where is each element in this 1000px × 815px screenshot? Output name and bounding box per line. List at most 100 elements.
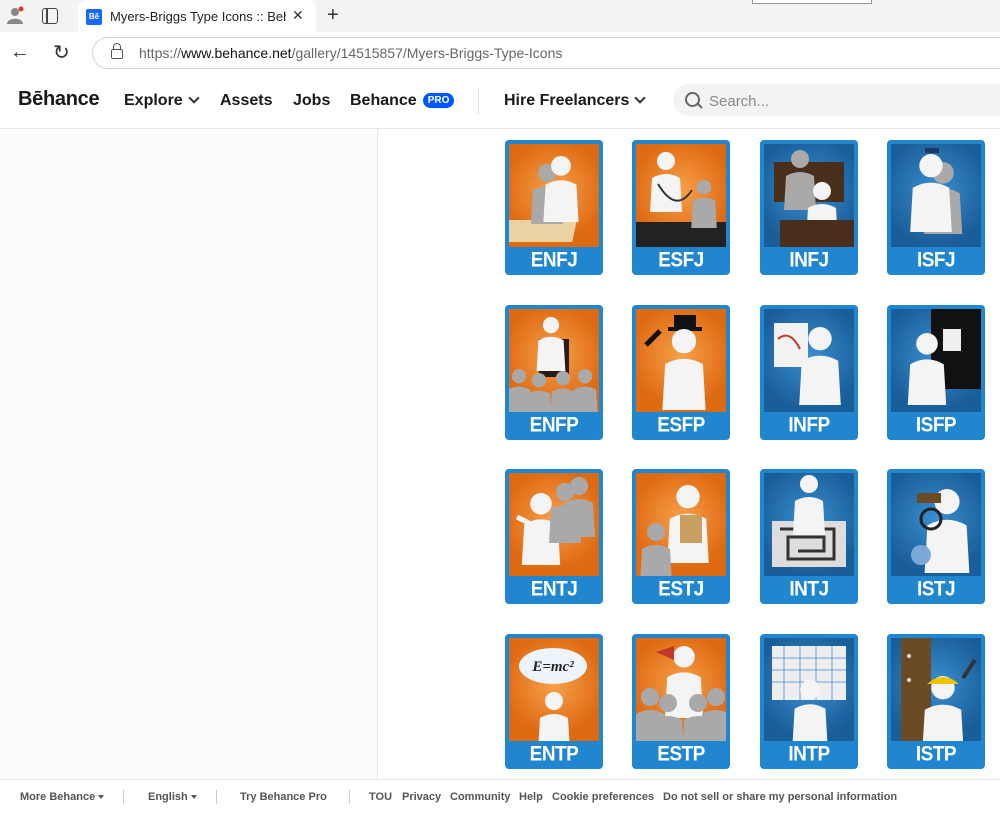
project-gallery: ENFJ ESFJ INFJ ISFJ ENFP ESFP INFP ISFP …: [378, 129, 1000, 779]
gallery-card-enfp[interactable]: ENFP: [505, 305, 603, 440]
leader-pointing-icon: [515, 477, 595, 565]
card-artwork: E=mc²: [509, 638, 599, 741]
window-frame-edge: [752, 0, 872, 4]
close-tab-icon[interactable]: ✕: [292, 7, 304, 24]
footer-help[interactable]: Help: [519, 791, 543, 803]
back-arrow-icon[interactable]: ←: [10, 41, 30, 64]
card-artwork: [509, 473, 599, 576]
police-officer-icon: [910, 148, 963, 234]
type-label: ENFP: [529, 413, 579, 437]
gallery-card-entp[interactable]: E=mc² ENTP: [505, 634, 603, 769]
footer-do-not-sell[interactable]: Do not sell or share my personal informa…: [663, 791, 897, 803]
footer-try-pro[interactable]: Try Behance Pro: [240, 791, 327, 803]
footer-community[interactable]: Community: [450, 791, 511, 803]
builder-hammer-icon: [901, 638, 977, 741]
card-artwork: [636, 144, 726, 247]
pro-badge: PRO: [422, 93, 455, 108]
gallery-card-infj[interactable]: INFJ: [760, 140, 858, 275]
thinker-emc2-icon: E=mc²: [519, 648, 587, 741]
card-artwork: [764, 473, 854, 576]
magician-top-hat-icon: [644, 315, 706, 410]
dropdown-triangle-icon: [98, 795, 105, 799]
type-label: ESTP: [657, 742, 705, 766]
gallery-card-entj[interactable]: ENTJ: [505, 469, 603, 604]
gallery-card-enfj[interactable]: ENFJ: [505, 140, 603, 275]
search-box[interactable]: [673, 84, 1000, 116]
tab-actions-icon[interactable]: [42, 8, 58, 24]
search-input[interactable]: [707, 90, 991, 112]
type-label: ESTJ: [658, 577, 704, 601]
detective-magnifier-icon: [911, 489, 970, 573]
footer-divider: [349, 790, 350, 804]
gallery-card-infp[interactable]: INFP: [760, 305, 858, 440]
browser-tab-active[interactable]: Bē Myers-Briggs Type Icons :: Behance ✕: [78, 0, 316, 32]
address-bar-row: ← ↻ https://www.behance.net/gallery/1451…: [0, 32, 1000, 73]
gallery-card-istj[interactable]: ISTJ: [887, 469, 985, 604]
architect-blueprint-icon: [772, 646, 846, 741]
new-tab-icon[interactable]: +: [327, 4, 339, 27]
nav-divider: [478, 88, 479, 114]
card-artwork: [509, 144, 599, 247]
speaker-crowd-icon: [509, 317, 598, 412]
gallery-card-isfj[interactable]: ISFJ: [887, 140, 985, 275]
nav-jobs[interactable]: Jobs: [293, 92, 330, 110]
doctor-stethoscope-icon: [636, 152, 726, 247]
card-artwork: [764, 309, 854, 412]
footer-privacy[interactable]: Privacy: [402, 791, 441, 803]
card-artwork: [891, 638, 981, 741]
nav-assets[interactable]: Assets: [220, 92, 272, 110]
gallery-card-estp[interactable]: ESTP: [632, 634, 730, 769]
lock-icon[interactable]: [111, 43, 123, 59]
project-info-panel: [0, 129, 378, 779]
card-artwork: [891, 144, 981, 247]
nav-hire-freelancers[interactable]: Hire Freelancers: [504, 92, 647, 110]
type-label: ISTJ: [916, 577, 956, 601]
card-artwork: [891, 309, 981, 412]
manager-clipboard-icon: [640, 485, 709, 576]
card-artwork: [764, 144, 854, 247]
footer-cookie-preferences[interactable]: Cookie preferences: [552, 791, 654, 803]
reload-icon[interactable]: ↻: [53, 40, 70, 65]
gallery-card-esfj[interactable]: ESFJ: [632, 140, 730, 275]
maze-solver-icon: [772, 475, 846, 567]
nav-explore[interactable]: Explore: [124, 92, 200, 110]
footer-divider: [216, 790, 217, 804]
type-label: ESFP: [657, 413, 705, 437]
svg-text:E=mc²: E=mc²: [531, 659, 574, 675]
painter-easel-icon: [774, 323, 841, 405]
footer-english[interactable]: English: [148, 791, 197, 803]
pianist-icon: [907, 309, 981, 405]
gallery-card-intp[interactable]: INTP: [760, 634, 858, 769]
card-artwork: [764, 638, 854, 741]
type-label: ISTP: [915, 742, 957, 766]
url-text[interactable]: https://www.behance.net/gallery/14515857…: [139, 45, 562, 61]
type-label: ENFJ: [530, 248, 578, 272]
gallery-card-istp[interactable]: ISTP: [887, 634, 985, 769]
type-label: ENTP: [529, 742, 579, 766]
browser-tab-bar: Bē Myers-Briggs Type Icons :: Behance ✕ …: [0, 0, 1000, 32]
gallery-card-esfp[interactable]: ESFP: [632, 305, 730, 440]
nav-behance-pro[interactable]: Behance PRO: [350, 92, 455, 110]
megaphone-crowd-icon: [636, 646, 726, 741]
footer-tou[interactable]: TOU: [369, 791, 392, 803]
behance-logo[interactable]: Bēhance: [18, 88, 100, 111]
url-field[interactable]: https://www.behance.net/gallery/14515857…: [92, 37, 1000, 69]
dropdown-triangle-icon: [190, 795, 197, 799]
card-artwork: [891, 473, 981, 576]
card-artwork: [636, 309, 726, 412]
profile-icon[interactable]: [6, 6, 24, 24]
type-label: INTJ: [789, 577, 829, 601]
gallery-card-isfp[interactable]: ISFP: [887, 305, 985, 440]
search-icon: [685, 92, 700, 107]
tab-title: Myers-Briggs Type Icons :: Behance: [110, 9, 286, 24]
gallery-card-intj[interactable]: INTJ: [760, 469, 858, 604]
gallery-card-estj[interactable]: ESTJ: [632, 469, 730, 604]
chevron-down-icon: [188, 92, 200, 104]
counselor-icon: [774, 150, 854, 247]
card-artwork: [636, 473, 726, 576]
chevron-down-icon: [634, 92, 647, 104]
card-artwork: [636, 638, 726, 741]
footer-bar: More Behance English Try Behance Pro TOU…: [0, 779, 1000, 815]
type-label: INFJ: [789, 248, 829, 272]
footer-more-behance[interactable]: More Behance: [20, 791, 105, 803]
